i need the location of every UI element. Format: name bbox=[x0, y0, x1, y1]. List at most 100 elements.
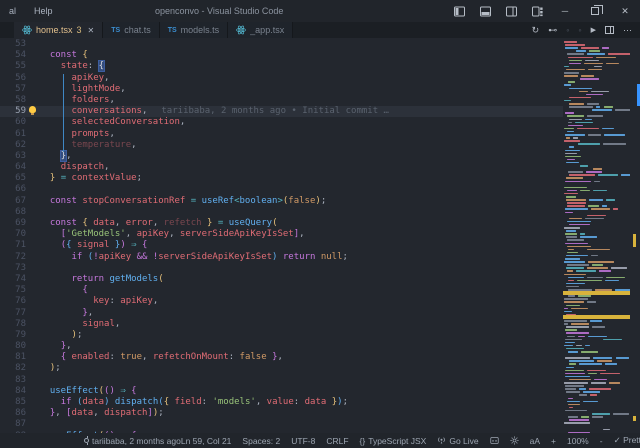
code-line: 83 bbox=[0, 375, 563, 386]
line-number: 75 bbox=[0, 285, 26, 296]
line-number: 57 bbox=[0, 84, 26, 95]
code-line: 53 bbox=[0, 39, 563, 50]
font-size-toggle[interactable]: aA bbox=[530, 436, 540, 446]
typescript-file-icon: TS bbox=[168, 27, 177, 34]
line-number: 83 bbox=[0, 375, 26, 386]
commit-icon bbox=[84, 438, 89, 443]
line-number: 64 bbox=[0, 162, 26, 173]
line-number: 79 bbox=[0, 330, 26, 341]
code-line: 74 return getModels( bbox=[0, 274, 563, 285]
line-number: 54 bbox=[0, 50, 26, 61]
statusbar: tariibaba, 2 months ago Ln 59, Col 21 Sp… bbox=[0, 433, 640, 448]
previous-change-icon[interactable]: ◦ bbox=[566, 25, 569, 35]
line-number: 77 bbox=[0, 308, 26, 319]
line-number: 85 bbox=[0, 397, 26, 408]
line-number: 70 bbox=[0, 229, 26, 240]
tab-home-tsx[interactable]: home.tsx 3 ✕ bbox=[14, 22, 103, 38]
code-line: 54 const { bbox=[0, 50, 563, 61]
tab-label: models.ts bbox=[181, 25, 220, 35]
code-line: 56 apiKey, bbox=[0, 73, 563, 84]
code-area[interactable]: 5354 const {55 state: {56 apiKey,57 ligh… bbox=[0, 38, 640, 433]
code-line: 57 lightMode, bbox=[0, 84, 563, 95]
split-editor-icon[interactable] bbox=[605, 26, 614, 34]
encoding-status[interactable]: UTF-8 bbox=[291, 436, 315, 446]
line-number: 82 bbox=[0, 363, 26, 374]
code-line: 71 ({ signal }) ⇒ { bbox=[0, 240, 563, 251]
inline-blame: tariibaba, 2 months ago • Initial commit… bbox=[161, 106, 389, 116]
code-line: 66 bbox=[0, 184, 563, 195]
browser-preview-icon[interactable] bbox=[490, 436, 499, 445]
code-line: 80 }, bbox=[0, 341, 563, 352]
minimap[interactable] bbox=[563, 40, 630, 433]
editor-actions: ↻ ⊷ ◦ ◦ ▶ ⋯ bbox=[524, 22, 640, 38]
code-line: 64 dispatch, bbox=[0, 162, 563, 173]
line-number: 84 bbox=[0, 386, 26, 397]
code-line: 67 const stopConversationRef = useRef<bo… bbox=[0, 196, 563, 207]
cursor-position-status[interactable]: Ln 59, Col 21 bbox=[181, 436, 232, 446]
line-number: 55 bbox=[0, 61, 26, 72]
line-number: 74 bbox=[0, 274, 26, 285]
toggle-primary-sidebar-icon[interactable] bbox=[446, 0, 472, 22]
line-number: 63 bbox=[0, 151, 26, 162]
vscode-window: al Help openconvo - Visual Studio Code ─… bbox=[0, 0, 640, 448]
react-file-icon bbox=[236, 25, 246, 35]
customize-layout-icon[interactable] bbox=[524, 0, 550, 22]
code-line: 79 ); bbox=[0, 330, 563, 341]
code-line: 75 { bbox=[0, 285, 563, 296]
run-icon[interactable]: ▶ bbox=[591, 26, 596, 34]
code-line: 70 ['GetModels', apiKey, serverSideApiKe… bbox=[0, 229, 563, 240]
line-number: 76 bbox=[0, 296, 26, 307]
line-number: 67 bbox=[0, 196, 26, 207]
eol-status[interactable]: CRLF bbox=[326, 436, 348, 446]
typescript-file-icon: TS bbox=[111, 27, 120, 34]
prettier-status[interactable]: ✓ Prettier bbox=[614, 435, 640, 446]
code-line: 59 conversations,tariibaba, 2 months ago… bbox=[0, 106, 563, 117]
code-line: 76 key: apiKey, bbox=[0, 296, 563, 307]
more-actions-icon[interactable]: ⋯ bbox=[623, 25, 632, 36]
tabbar-spacer bbox=[0, 22, 14, 38]
zoom-in-button[interactable]: + bbox=[551, 436, 556, 446]
restore-button[interactable] bbox=[580, 0, 610, 22]
code-line: 69 const { data, error, refetch } = useQ… bbox=[0, 218, 563, 229]
menu-item-partial[interactable]: al bbox=[0, 6, 25, 16]
line-number: 81 bbox=[0, 352, 26, 363]
tab-models-ts[interactable]: TS models.ts bbox=[160, 22, 228, 38]
code-line: 81 { enabled: true, refetchOnMount: fals… bbox=[0, 352, 563, 363]
line-number: 60 bbox=[0, 117, 26, 128]
overview-ruler-marker bbox=[633, 234, 636, 247]
code-line: 68 bbox=[0, 207, 563, 218]
code-line: 82 ); bbox=[0, 363, 563, 374]
language-mode-status[interactable]: {} TypeScript JSX bbox=[360, 436, 427, 446]
git-blame-status[interactable]: tariibaba, 2 months ago bbox=[84, 436, 181, 446]
indentation-status[interactable]: Spaces: 2 bbox=[242, 436, 280, 446]
lightbulb-icon[interactable] bbox=[29, 106, 36, 113]
minimize-button[interactable]: ─ bbox=[550, 0, 580, 22]
overview-ruler[interactable] bbox=[630, 38, 640, 433]
go-live-status[interactable]: Go Live bbox=[437, 436, 478, 446]
tab-app-tsx[interactable]: _app.tsx bbox=[228, 22, 293, 38]
zoom-out-button[interactable]: - bbox=[600, 436, 603, 446]
line-number: 65 bbox=[0, 173, 26, 184]
zoom-level-status[interactable]: 100% bbox=[567, 436, 589, 446]
code-line: 78 signal, bbox=[0, 319, 563, 330]
toggle-secondary-sidebar-icon[interactable] bbox=[498, 0, 524, 22]
line-number: 56 bbox=[0, 73, 26, 84]
code-rows: 5354 const {55 state: {56 apiKey,57 ligh… bbox=[0, 39, 563, 433]
open-changes-icon[interactable]: ⊷ bbox=[548, 25, 557, 36]
gear-icon[interactable] bbox=[510, 436, 519, 445]
close-window-button[interactable]: ✕ bbox=[610, 0, 640, 22]
line-number: 73 bbox=[0, 263, 26, 274]
code-line: 85 if (data) dispatch({ field: 'models',… bbox=[0, 397, 563, 408]
code-line: 60 selectedConversation, bbox=[0, 117, 563, 128]
file-history-icon[interactable]: ↻ bbox=[532, 25, 540, 36]
tab-chat-ts[interactable]: TS chat.ts bbox=[103, 22, 159, 38]
code-line: 65 } = contextValue; bbox=[0, 173, 563, 184]
line-number: 87 bbox=[0, 419, 26, 430]
toggle-panel-icon[interactable] bbox=[472, 0, 498, 22]
next-change-icon[interactable]: ◦ bbox=[578, 25, 581, 35]
menu-item-help[interactable]: Help bbox=[25, 6, 62, 16]
close-tab-icon[interactable]: ✕ bbox=[88, 26, 95, 35]
line-number: 78 bbox=[0, 319, 26, 330]
tabbar: home.tsx 3 ✕ TS chat.ts TS models.ts _ap… bbox=[0, 22, 640, 38]
broadcast-icon bbox=[437, 436, 446, 445]
